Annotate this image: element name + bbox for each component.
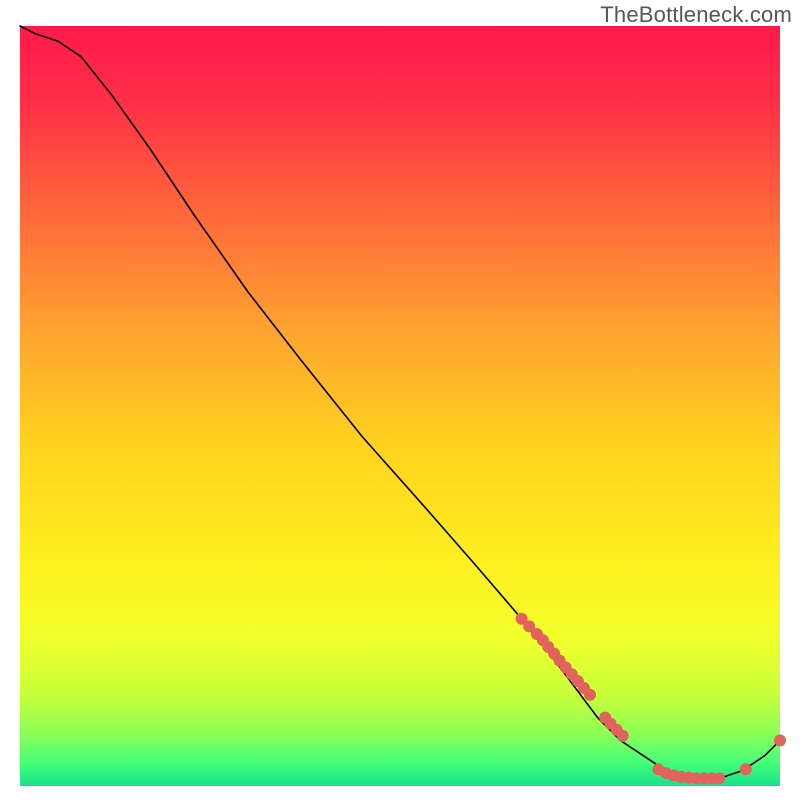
- marker-point: [774, 734, 786, 746]
- marker-point: [617, 730, 629, 742]
- chart-container: TheBottleneck.com: [0, 0, 800, 800]
- watermark-text: TheBottleneck.com: [600, 2, 792, 28]
- marker-point: [713, 772, 725, 784]
- marker-point: [584, 689, 596, 701]
- marker-point: [740, 763, 752, 775]
- chart-background: [20, 26, 780, 786]
- chart-svg: [0, 0, 800, 800]
